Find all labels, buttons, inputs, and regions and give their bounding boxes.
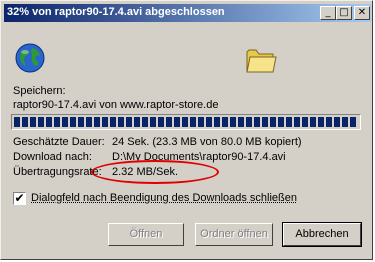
progress-fill: [14, 117, 358, 127]
open-button[interactable]: Öffnen: [108, 223, 184, 246]
close-dialog-checkbox[interactable]: ✔: [13, 192, 26, 205]
file-info: raptor90-17.4.avi von www.raptor-store.d…: [13, 99, 219, 111]
transfer-rate-label: Übertragungsrate:: [13, 166, 102, 178]
globe-icon: [14, 42, 46, 77]
transfer-rate-value: 2.32 MB/Sek.: [112, 166, 179, 178]
open-folder-button[interactable]: Ordner öffnen: [195, 223, 273, 246]
close-dialog-label[interactable]: Dialogfeld nach Beendigung des Downloads…: [31, 192, 297, 204]
close-button[interactable]: ✕: [354, 6, 370, 20]
download-target-value: D:\My Documents\raptor90-17.4.avi: [112, 151, 286, 163]
estimated-time-label: Geschätzte Dauer:: [13, 136, 105, 148]
estimated-time-value: 24 Sek. (23.3 MB von 80.0 MB kopiert): [112, 136, 302, 148]
minimize-button[interactable]: _: [320, 6, 336, 20]
saving-label: Speichern:: [13, 85, 66, 97]
window-title: 32% von raptor90-17.4.avi abgeschlossen: [7, 6, 225, 18]
download-dialog: 32% von raptor90-17.4.avi abgeschlossen …: [0, 0, 373, 260]
maximize-button[interactable]: □: [336, 6, 352, 20]
download-progress-bar: [11, 114, 361, 130]
cancel-button[interactable]: Abbrechen: [282, 222, 362, 247]
title-bar[interactable]: 32% von raptor90-17.4.avi abgeschlossen …: [4, 4, 371, 22]
folder-icon: [245, 45, 277, 78]
download-target-label: Download nach:: [13, 151, 92, 163]
